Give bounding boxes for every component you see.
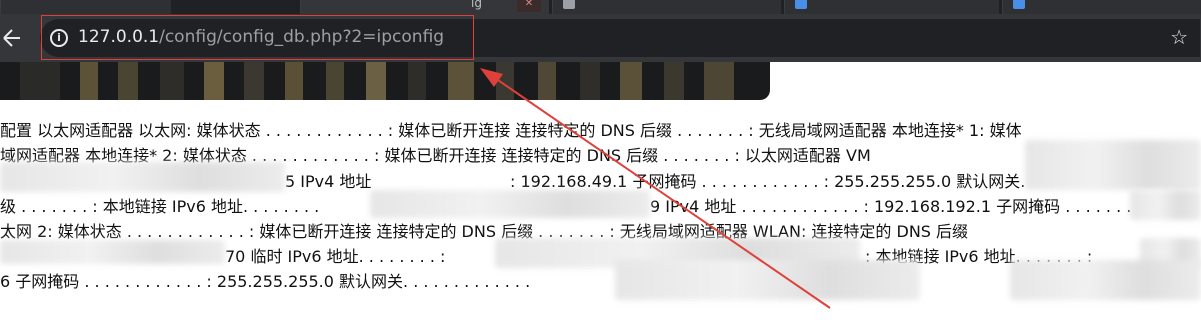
annotation-arrow (480, 68, 831, 309)
